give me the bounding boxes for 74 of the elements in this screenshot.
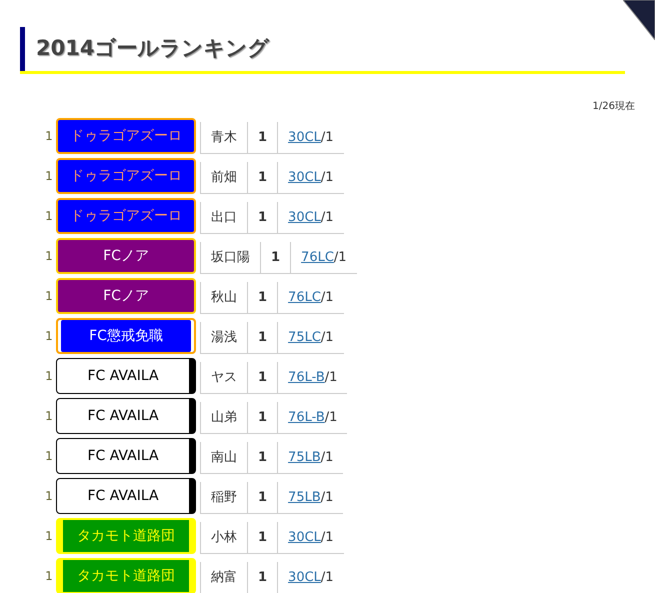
- goal-count: 1: [248, 482, 278, 513]
- team-badge: FC AVAILA: [56, 358, 196, 394]
- player-name: 前畑: [200, 162, 248, 193]
- goal-suffix: /1: [324, 408, 338, 427]
- rank-number: 1: [44, 368, 54, 385]
- rank-number: 1: [44, 128, 54, 145]
- goal-suffix: /1: [320, 168, 334, 187]
- match-link[interactable]: 75LB: [288, 488, 321, 508]
- player-name: ヤス: [200, 362, 248, 393]
- rank-number: 1: [44, 408, 54, 425]
- player-name: 秋山: [200, 282, 248, 313]
- goal-suffix: /1: [320, 288, 334, 307]
- player-name: 小林: [200, 522, 248, 553]
- goal-suffix: /1: [320, 448, 334, 467]
- goal-suffix: /1: [320, 208, 334, 227]
- match-link[interactable]: 30CL: [288, 208, 321, 228]
- goal-suffix: /1: [320, 128, 334, 147]
- goal-count: 1: [248, 322, 278, 353]
- match-link[interactable]: 30CL: [288, 168, 321, 188]
- goal-suffix: /1: [320, 488, 334, 507]
- goal-count: 1: [248, 202, 278, 233]
- rank-number: 1: [44, 448, 54, 465]
- team-badge: FCノア: [56, 278, 196, 314]
- goal-count: 1: [248, 362, 278, 393]
- as-of-date: 1/26現在: [592, 100, 635, 114]
- player-name: 稲野: [200, 482, 248, 513]
- team-badge: FC AVAILA: [56, 478, 196, 514]
- goal-count: 1: [248, 562, 278, 593]
- player-name: 坂口陽: [200, 242, 261, 273]
- goal-count: 1: [248, 442, 278, 473]
- team-badge: FC AVAILA: [56, 438, 196, 474]
- rank-number: 1: [44, 328, 54, 345]
- team-badge: FCノア: [56, 238, 196, 274]
- match-link[interactable]: 76L-B: [288, 408, 325, 428]
- team-badge: FC懲戒免職: [56, 318, 196, 354]
- player-name: 納富: [200, 562, 248, 593]
- goal-count: 1: [248, 402, 278, 433]
- match-link[interactable]: 30CL: [288, 528, 321, 548]
- rank-number: 1: [44, 248, 54, 265]
- goal-suffix: /1: [320, 568, 334, 587]
- rank-number: 1: [44, 288, 54, 305]
- team-badge: FC AVAILA: [56, 398, 196, 434]
- goal-suffix: /1: [320, 528, 334, 547]
- rank-number: 1: [44, 528, 54, 545]
- rank-number: 1: [44, 568, 54, 585]
- player-name: 青木: [200, 122, 248, 153]
- team-badge: タカモト道路団: [56, 558, 196, 593]
- player-name: 湯浅: [200, 322, 248, 353]
- player-name: 山弟: [200, 402, 248, 433]
- match-link[interactable]: 30CL: [288, 128, 321, 148]
- match-link[interactable]: 76LC: [288, 288, 321, 308]
- team-badge: ドゥラゴアズーロ: [56, 158, 196, 194]
- team-badge: ドゥラゴアズーロ: [56, 198, 196, 234]
- goal-suffix: /1: [324, 368, 338, 387]
- goal-count: 1: [248, 122, 278, 153]
- goal-count: 1: [248, 282, 278, 313]
- rank-number: 1: [44, 168, 54, 185]
- match-link[interactable]: 75LB: [288, 448, 321, 468]
- team-badge: タカモト道路団: [56, 518, 196, 554]
- goal-suffix: /1: [334, 248, 347, 267]
- team-badge: ドゥラゴアズーロ: [56, 118, 196, 154]
- match-link[interactable]: 76LC: [301, 248, 334, 268]
- page-title: 2014ゴールランキング: [36, 35, 270, 62]
- match-link[interactable]: 76L-B: [288, 368, 325, 388]
- goal-count: 1: [248, 162, 278, 193]
- player-name: 南山: [200, 442, 248, 473]
- match-link[interactable]: 30CL: [288, 568, 321, 588]
- goal-count: 1: [248, 522, 278, 553]
- match-link[interactable]: 75LC: [288, 328, 321, 348]
- rank-number: 1: [44, 488, 54, 505]
- goal-suffix: /1: [320, 328, 334, 347]
- goal-count: 1: [261, 242, 292, 273]
- player-name: 出口: [200, 202, 248, 233]
- rank-number: 1: [44, 208, 54, 225]
